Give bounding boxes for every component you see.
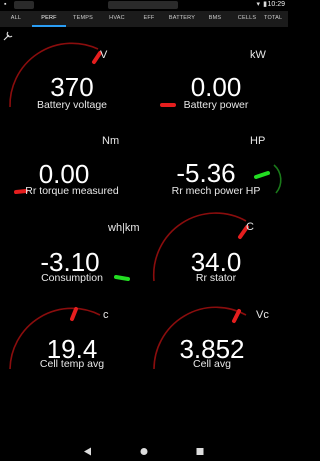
clock: 10:29 (267, 1, 285, 8)
status-pill (14, 1, 34, 9)
tab-perf[interactable]: PERF (32, 11, 66, 27)
gauge-unit: C (246, 221, 254, 233)
navigation-bar (0, 442, 288, 461)
tab-temps[interactable]: TEMPS (66, 11, 100, 27)
tab-bms[interactable]: BMS (200, 11, 230, 27)
gauge-unit: Nm (102, 135, 120, 147)
notification-icon: ▪ (4, 1, 7, 8)
tab-cells[interactable]: CELLS (230, 11, 264, 27)
gauge-unit: V (100, 49, 108, 61)
gauge-label: Battery voltage (36, 99, 108, 111)
tab-eff[interactable]: EFF (134, 11, 164, 27)
tab-all[interactable]: ALL (0, 11, 32, 27)
gauge-cell-avg[interactable]: Vc 3.852 Cell avg (144, 285, 288, 371)
gauge-unit: Vc (256, 309, 269, 321)
gauge-label: Battery power (183, 99, 249, 111)
back-icon[interactable] (81, 446, 95, 457)
battery-icon: ▮ (263, 1, 267, 8)
gauge-needle (70, 307, 78, 321)
gauge-value: 370 (50, 72, 94, 102)
home-icon[interactable] (137, 446, 151, 457)
gauge-label: Cell avg (193, 358, 231, 370)
gauge-value: 0.00 (38, 159, 90, 189)
tab-bar: ALL PERF TEMPS HVAC EFF BATTERY BMS CELL… (0, 11, 288, 27)
gauge-label: Rr stator (195, 272, 237, 284)
gauge-cell-temp-avg[interactable]: c 19.4 Cell temp avg (0, 285, 144, 371)
gauge-grid: V 370 Battery voltage kW 0.00 Battery po… (0, 27, 288, 442)
gauge-value: 0.00 (190, 72, 242, 102)
gauge-rr-stator[interactable]: C 34.0 Rr stator (144, 199, 288, 285)
status-bar: ▪ ▾ ▮ 10:29 (0, 0, 288, 11)
gauge-battery-power[interactable]: kW 0.00 Battery power (144, 27, 288, 113)
gauge-label: Rr mech power HP (171, 185, 261, 197)
wrench-icon[interactable] (3, 31, 13, 41)
wifi-icon: ▾ (256, 1, 260, 8)
gauge-value: -5.36 (176, 158, 236, 188)
gauge-rr-mech-power[interactable]: HP -5.36 Rr mech power HP (144, 113, 288, 199)
tab-battery[interactable]: BATTERY (164, 11, 200, 27)
gauge-unit: wh|km (108, 222, 140, 234)
gauge-unit: c (103, 309, 109, 321)
gauge-label: Consumption (41, 272, 103, 284)
gauge-unit: kW (250, 49, 266, 61)
status-pill (108, 1, 178, 9)
tab-total[interactable]: TOTAL (264, 11, 288, 27)
recents-icon[interactable] (193, 446, 207, 457)
tab-hvac[interactable]: HVAC (100, 11, 134, 27)
gauge-label: Rr torque measured (25, 185, 119, 197)
gauge-needle (232, 309, 241, 323)
gauge-unit: HP (250, 135, 266, 147)
gauge-battery-voltage[interactable]: V 370 Battery voltage (0, 27, 144, 113)
gauge-rr-torque[interactable]: Nm 0.00 Rr torque measured (0, 113, 144, 199)
gauge-label: Cell temp avg (39, 358, 105, 370)
gauge-consumption[interactable]: wh|km -3.10 Consumption (0, 199, 144, 285)
